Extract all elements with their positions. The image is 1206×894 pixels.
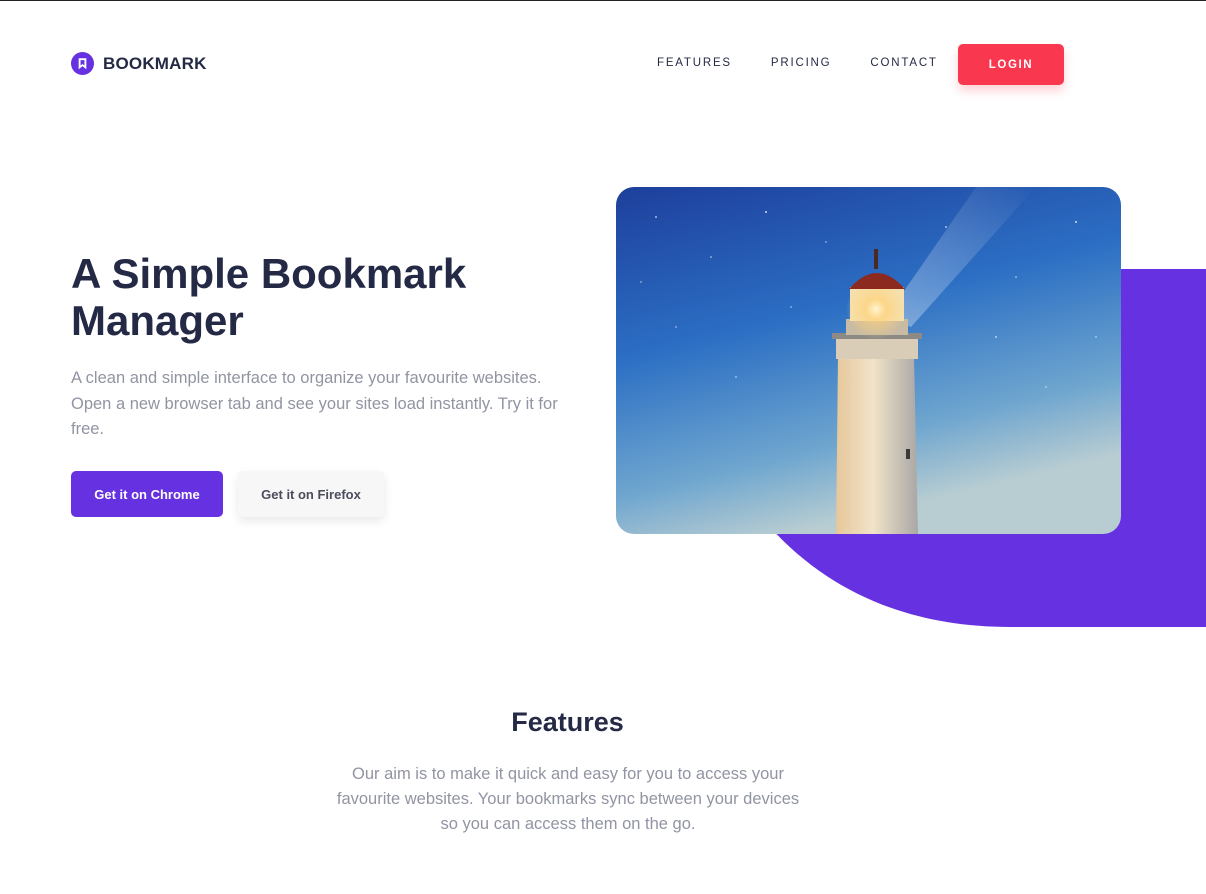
get-firefox-button[interactable]: Get it on Firefox	[238, 471, 384, 517]
main-nav: FEATURES PRICING CONTACT	[657, 57, 938, 69]
top-border	[0, 0, 1206, 1]
features-subtitle: Our aim is to make it quick and easy for…	[336, 765, 800, 833]
bookmark-icon	[71, 52, 94, 75]
get-chrome-button[interactable]: Get it on Chrome	[71, 471, 223, 517]
brand-name: BOOKMARK	[103, 53, 207, 73]
lighthouse-photo	[616, 187, 1121, 534]
brand-logo[interactable]: BOOKMARK	[71, 52, 207, 75]
hero-subtitle: A clean and simple interface to organize…	[71, 369, 558, 438]
features-title: Features	[511, 707, 624, 737]
nav-link-features[interactable]: FEATURES	[657, 57, 732, 69]
nav-link-pricing[interactable]: PRICING	[771, 57, 832, 69]
hero-title: A Simple Bookmark Manager	[71, 250, 467, 344]
login-button[interactable]: LOGIN	[958, 44, 1064, 85]
nav-link-contact[interactable]: CONTACT	[870, 57, 937, 69]
